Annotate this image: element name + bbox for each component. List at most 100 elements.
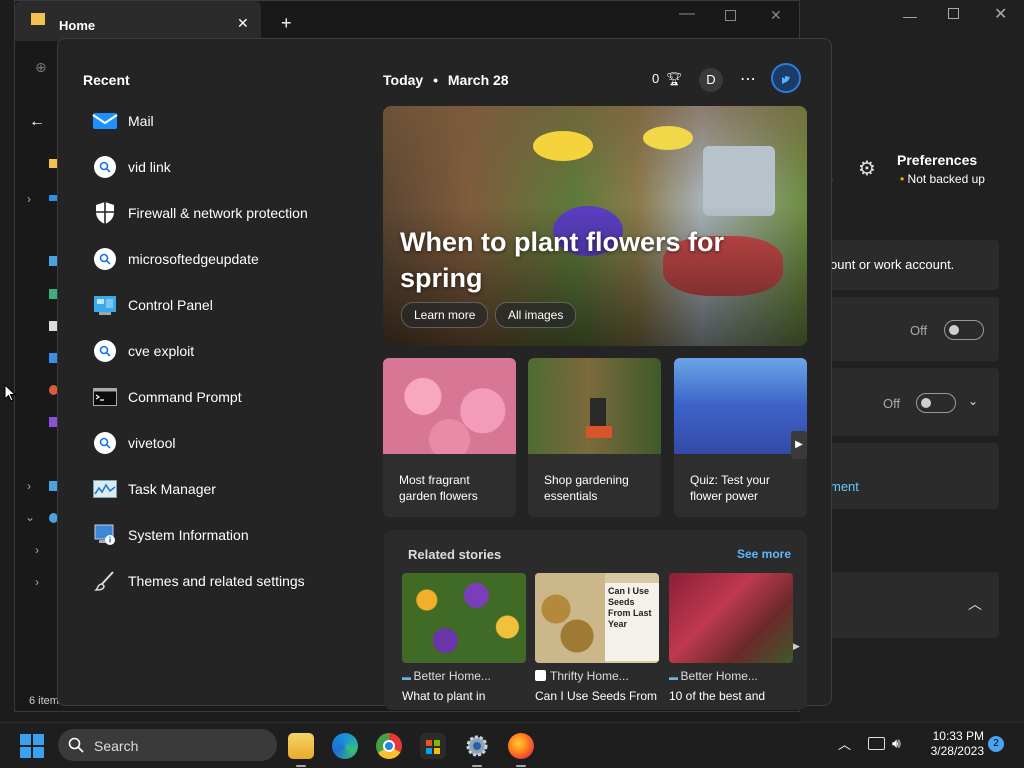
warning-dot-icon: • bbox=[900, 172, 908, 186]
brush-icon bbox=[92, 568, 118, 594]
avatar[interactable]: D bbox=[699, 68, 723, 92]
daffodil-decoration-2 bbox=[643, 126, 693, 150]
bing-icon[interactable] bbox=[771, 63, 801, 93]
store-icon[interactable] bbox=[420, 733, 446, 759]
learn-more-button[interactable]: Learn more bbox=[401, 302, 489, 328]
firefox-icon[interactable] bbox=[508, 733, 534, 759]
recent-item-command-prompt[interactable]: Command Prompt bbox=[92, 377, 242, 417]
collapse-icon[interactable]: ⌄ bbox=[25, 510, 35, 524]
chevron-down-icon[interactable]: ⌄ bbox=[968, 394, 978, 408]
story-seeds[interactable]: Can I Use Seeds From Last Year Thrifty H… bbox=[535, 573, 659, 703]
clock[interactable]: 10:33 PM 3/28/2023 bbox=[918, 729, 984, 759]
system-info-icon bbox=[92, 522, 118, 548]
mouse-cursor-icon bbox=[4, 384, 16, 402]
recent-item-control-panel[interactable]: Control Panel bbox=[92, 285, 213, 325]
card-title: Most fragrant garden flowers bbox=[399, 473, 478, 503]
back-arrow-icon[interactable]: ← bbox=[29, 113, 45, 131]
recent-item-task-manager[interactable]: Task Manager bbox=[92, 469, 216, 509]
hero-card[interactable]: When to plant flowers for spring Learn m… bbox=[383, 106, 807, 346]
shield-icon bbox=[92, 200, 118, 226]
recent-item-mail[interactable]: Mail bbox=[92, 101, 154, 141]
this-pc-icon bbox=[49, 481, 57, 491]
rewards-button[interactable]: 0 🏆︎ bbox=[652, 71, 682, 87]
partial-link[interactable]: ment bbox=[830, 479, 859, 494]
all-images-button[interactable]: All images bbox=[495, 302, 577, 328]
gardening-image bbox=[528, 358, 661, 454]
chrome-center-icon bbox=[383, 740, 395, 752]
card-gardening-essentials[interactable]: Shop gardening essentials bbox=[528, 358, 661, 517]
start-button[interactable] bbox=[20, 734, 44, 763]
setting-row-3: ment bbox=[830, 443, 999, 509]
explorer-minimize-icon[interactable]: — bbox=[679, 5, 695, 23]
card-title: Quiz: Test your flower power bbox=[690, 473, 770, 503]
recent-item-label: vivetool bbox=[128, 435, 176, 451]
toggle-1[interactable] bbox=[944, 320, 984, 340]
more-icon[interactable]: ⋯ bbox=[740, 69, 756, 89]
expand-icon-2[interactable]: › bbox=[27, 479, 31, 493]
recent-item-vid-link[interactable]: vid link bbox=[92, 147, 171, 187]
app-running-indicator-2 bbox=[472, 765, 482, 767]
edge-icon[interactable] bbox=[332, 733, 358, 759]
pansies-image bbox=[402, 573, 526, 663]
minimize-icon[interactable]: — bbox=[903, 8, 917, 24]
recent-item-cve-exploit[interactable]: cve exploit bbox=[92, 331, 194, 371]
chrome-icon[interactable] bbox=[376, 733, 402, 759]
chevron-up-icon[interactable]: ︿ bbox=[968, 594, 982, 614]
pictures-icon bbox=[49, 353, 57, 363]
today-text: Today bbox=[383, 72, 424, 88]
carousel-next-icon[interactable]: ▶ bbox=[791, 431, 807, 459]
recent-item-themes[interactable]: Themes and related settings bbox=[92, 561, 305, 601]
network-status-icon[interactable] bbox=[868, 737, 885, 750]
desktop-icon bbox=[49, 256, 57, 266]
widgets-panel: Recent Mail vid link Firewall & network … bbox=[57, 38, 832, 710]
search-icon bbox=[92, 430, 118, 456]
recent-item-microsoftedgeupdate[interactable]: microsoftedgeupdate bbox=[92, 239, 259, 279]
explorer-maximize-icon[interactable] bbox=[725, 10, 736, 21]
toggle-2[interactable] bbox=[916, 393, 956, 413]
tab-close-icon[interactable]: ✕ bbox=[237, 15, 249, 32]
expand-icon[interactable]: › bbox=[27, 192, 31, 206]
downloads-icon bbox=[49, 289, 57, 299]
close-icon[interactable]: ✕ bbox=[994, 4, 1007, 24]
date-separator: • bbox=[433, 72, 438, 88]
tab-title: Home bbox=[59, 18, 96, 33]
recent-item-label: vid link bbox=[128, 159, 171, 175]
recent-item-vivetool[interactable]: vivetool bbox=[92, 423, 175, 463]
card-fragrant-flowers[interactable]: Most fragrant garden flowers bbox=[383, 358, 516, 517]
search-icon bbox=[92, 154, 118, 180]
notification-badge[interactable]: 2 bbox=[988, 736, 1004, 752]
file-explorer-icon[interactable] bbox=[288, 733, 314, 759]
mail-icon bbox=[92, 108, 118, 134]
recent-item-firewall[interactable]: Firewall & network protection bbox=[92, 193, 308, 233]
app-running-indicator bbox=[296, 765, 306, 767]
hero-title[interactable]: When to plant flowers for spring bbox=[400, 224, 780, 296]
setting-row-4: ︿ bbox=[830, 572, 999, 638]
search-icon bbox=[68, 737, 84, 753]
wheelbarrow-decoration bbox=[586, 426, 612, 438]
expand-icon-3[interactable]: › bbox=[35, 543, 39, 557]
tray-chevron-icon[interactable]: ︿ bbox=[838, 734, 851, 753]
app-running-indicator-3 bbox=[516, 765, 526, 767]
story-best-and[interactable]: ▬ Better Home... 10 of the best and bbox=[669, 573, 793, 703]
gear-icon: ⚙ bbox=[858, 158, 876, 180]
add-icon[interactable]: ⊕ bbox=[35, 59, 47, 76]
story-what-to-plant[interactable]: ▬ Better Home... What to plant in bbox=[402, 573, 526, 703]
story-source-text: Thrifty Home... bbox=[550, 669, 629, 683]
new-tab-icon[interactable]: + bbox=[281, 13, 292, 34]
volume-icon[interactable]: 🔊︎ bbox=[892, 735, 901, 752]
card-quiz[interactable]: Quiz: Test your flower power bbox=[674, 358, 807, 517]
preferences-status: • Not backed up bbox=[900, 172, 985, 186]
maximize-icon[interactable] bbox=[948, 8, 959, 19]
explorer-close-icon[interactable]: ✕ bbox=[770, 7, 782, 24]
expand-icon-4[interactable]: › bbox=[35, 575, 39, 589]
account-text: ount or work account. bbox=[830, 257, 955, 272]
taskbar: Search ︿ 🔊︎ 10:33 PM 3/28/2023 2 bbox=[0, 722, 1024, 768]
settings-gear-icon[interactable] bbox=[464, 733, 490, 759]
stories-next-icon[interactable]: ▶ bbox=[793, 641, 800, 652]
recent-item-system-information[interactable]: System Information bbox=[92, 515, 249, 555]
explorer-tab[interactable]: Home ✕ bbox=[15, 1, 261, 41]
taskbar-search[interactable]: Search bbox=[58, 729, 277, 761]
source-logo-icon bbox=[535, 670, 546, 681]
setting-row-1: Off bbox=[830, 297, 999, 361]
see-more-link[interactable]: See more bbox=[737, 547, 791, 561]
